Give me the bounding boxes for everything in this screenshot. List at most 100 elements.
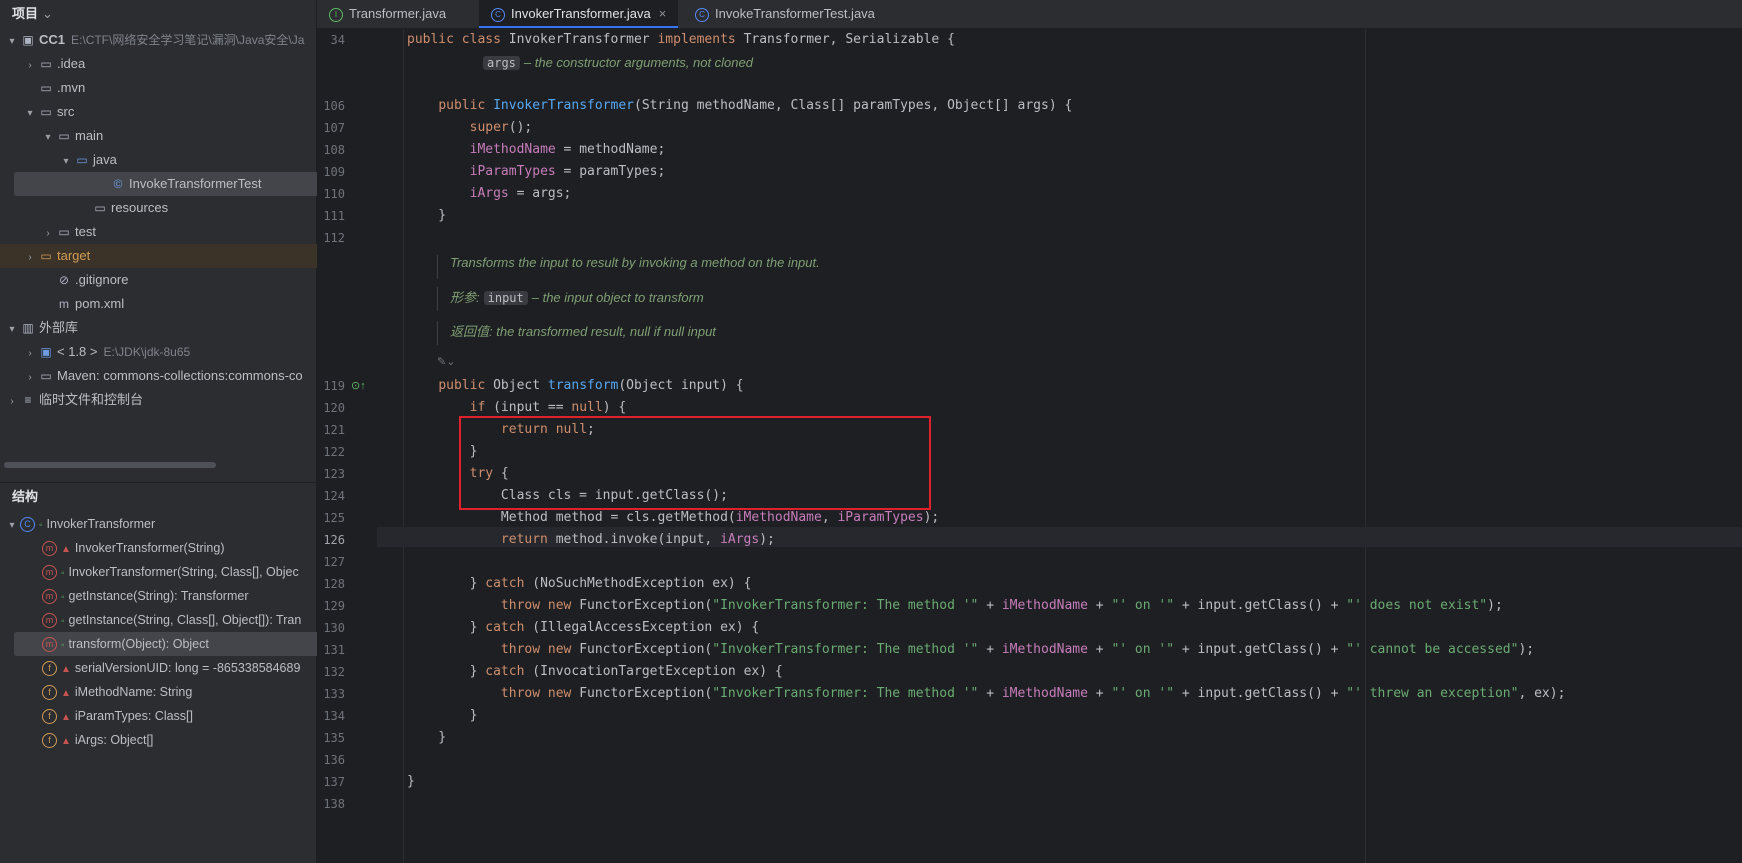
line-number: 107 — [323, 121, 345, 135]
line-number-current: 126 — [323, 533, 345, 547]
chevron-right-icon[interactable]: › — [40, 222, 56, 244]
chevron-down-icon[interactable]: ▾ — [22, 102, 38, 124]
project-tree-item[interactable]: › ▣ < 1.8 > E:\JDK\jdk-8u65 — [0, 340, 338, 364]
structure-item[interactable]: f ▲ serialVersionUID: long = -865338584689 — [0, 656, 358, 680]
project-tree-item[interactable]: ▾ ▭ main — [0, 124, 356, 148]
structure-item-label: iParamTypes: Class[] — [74, 709, 193, 723]
structure-item[interactable]: f ▲ iArgs: Object[] — [0, 728, 358, 752]
code-line: public InvokerTransformer(String methodN… — [438, 98, 1073, 113]
doc-param-text: – the input object to transform — [531, 290, 704, 305]
project-tree-item[interactable]: m pom.xml — [0, 292, 356, 316]
structure-item[interactable]: m ◦ getInstance(String, Class[], Object[])… — [0, 608, 358, 632]
doc-param-name: input — [483, 291, 528, 305]
code-line: throw new FunctorException("InvokerTrans… — [500, 686, 1566, 701]
chevron-down-icon[interactable]: ▾ — [4, 30, 20, 52]
doc-params: 形参: input – the input object to transform — [437, 287, 1130, 311]
source-folder-icon: ▭ — [76, 153, 88, 167]
gutter-divider — [403, 29, 404, 863]
project-tree-item[interactable]: › ▭ test — [0, 220, 356, 244]
project-tree-item[interactable]: › ≡ 临时文件和控制台 — [0, 388, 320, 412]
doc-return-label: 返回值: — [450, 324, 493, 339]
project-tree-item[interactable]: ▭ .mvn — [0, 76, 338, 100]
chevron-right-icon[interactable]: › — [22, 246, 38, 268]
line-number: 120 — [323, 401, 345, 415]
implements-method-gutter-icon[interactable]: ⊙↑ — [351, 379, 366, 392]
chevron-right-icon[interactable]: › — [22, 366, 38, 388]
lock-icon: ▲ — [61, 544, 71, 555]
class-icon: C — [20, 517, 35, 533]
chevron-right-icon[interactable]: › — [22, 342, 38, 364]
project-tree-item[interactable]: › ▭ .idea — [0, 52, 338, 76]
project-panel-header[interactable]: 项目 ⌄ — [0, 0, 316, 28]
project-panel-title: 项目 — [12, 6, 39, 21]
structure-item[interactable]: ▾ C ◦ InvokerTransformer — [0, 512, 320, 536]
doc-return-text: the transformed result, null if null inp… — [496, 324, 716, 339]
structure-item-label: iMethodName: String — [74, 685, 193, 699]
structure-panel-title: 结构 — [0, 482, 328, 511]
project-tree-item[interactable]: ▾ ▭ src — [0, 100, 338, 124]
structure-item[interactable]: f ▲ iParamTypes: Class[] — [0, 704, 358, 728]
project-tree-label: main — [75, 128, 104, 143]
project-tree-item[interactable]: ▾ ▣ CC1 E:\CTF\网络安全学习笔记\漏洞\Java安全\Ja — [0, 28, 320, 52]
tab-transformer-java[interactable]: I Transformer.java — [329, 0, 446, 28]
close-tab-icon[interactable]: × — [659, 6, 667, 21]
highlight-box — [459, 416, 931, 510]
project-tree-item[interactable]: › ▭ target — [0, 244, 338, 268]
tab-invokertransformer-java[interactable]: C InvokerTransformer.java × — [479, 0, 679, 28]
code-line: } — [407, 208, 447, 223]
structure-item[interactable]: m ▲ InvokerTransformer(String) — [0, 536, 358, 560]
code-editor[interactable]: 34 public class InvokerTransformer imple… — [317, 29, 1742, 863]
structure-item[interactable]: f ▲ iMethodName: String — [0, 680, 358, 704]
project-tree-item[interactable]: › ▭ Maven: commons-collections:commons-co — [0, 364, 338, 388]
ignore-file-icon: ⊘ — [58, 273, 70, 287]
folder-icon: ▭ — [40, 105, 52, 119]
code-line: if (input == null) { — [469, 400, 627, 415]
code-line: } catch (NoSuchMethodException ex) { — [407, 576, 752, 591]
project-tree: ▾ ▣ CC1 E:\CTF\网络安全学习笔记\漏洞\Java安全\Ja › ▭ .idea… — [0, 28, 384, 464]
chevron-down-icon[interactable]: ▾ — [4, 318, 20, 340]
line-number: 34 — [330, 33, 345, 47]
chevron-down-icon[interactable]: ▾ — [4, 514, 20, 536]
doc-return: 返回值: the transformed result, null if nul… — [437, 321, 1130, 345]
method-icon: m — [42, 637, 57, 653]
project-tree-item[interactable]: ▾ ▥ 外部库 — [0, 316, 320, 340]
tab-invoketransformertest-java[interactable]: C InvokeTransformerTest.java — [695, 0, 875, 28]
chevron-right-icon[interactable]: › — [4, 390, 20, 412]
project-tree-item[interactable]: ⊘ .gitignore — [0, 268, 356, 292]
doc-toggle-icon[interactable]: ✎⌄ — [437, 355, 455, 368]
chevron-down-icon[interactable]: ⌄ — [42, 6, 53, 21]
chevron-down-icon[interactable]: ▾ — [58, 150, 74, 172]
structure-item[interactable]: m ◦ InvokerTransformer(String, Class[], Ob… — [0, 560, 358, 584]
project-tree-label: 临时文件和控制台 — [39, 392, 144, 407]
sticky-class-header: public class InvokerTransformer implemen… — [407, 32, 955, 47]
chevron-down-icon[interactable]: ▾ — [40, 126, 56, 148]
tab-label: InvokeTransformerTest.java — [715, 6, 875, 21]
structure-item-label: InvokerTransformer(String, Class[], Obje… — [68, 565, 299, 579]
folder-icon: ▭ — [40, 57, 52, 71]
horizontal-scrollbar[interactable] — [4, 462, 216, 468]
project-tree-path: E:\CTF\网络安全学习笔记\漏洞\Java安全\Ja — [71, 33, 305, 47]
public-access-icon: ◦ — [61, 568, 65, 579]
lock-icon: ▲ — [61, 664, 71, 675]
field-icon: f — [42, 733, 57, 749]
structure-item[interactable]: m ◦ transform(Object): Object — [14, 632, 332, 656]
code-line: public Object transform(Object input) { — [438, 378, 744, 393]
code-line: } catch (InvocationTargetException ex) { — [407, 664, 783, 679]
project-tree-path: E:\JDK\jdk-8u65 — [103, 345, 191, 359]
project-tree-label: .mvn — [57, 80, 86, 95]
structure-item-label: iArgs: Object[] — [74, 733, 154, 747]
doc-param-name: args — [483, 56, 520, 70]
code-line: } — [407, 730, 447, 745]
project-tree-label: Maven: commons-collections:commons-co — [57, 368, 303, 383]
structure-item[interactable]: m ◦ getInstance(String): Transformer — [0, 584, 358, 608]
line-number: 135 — [323, 731, 345, 745]
left-tool-window: 项目 ⌄ ▾ ▣ CC1 E:\CTF\网络安全学习笔记\漏洞\Java安全\Ja › ▭.… — [0, 0, 384, 863]
chevron-right-icon[interactable]: › — [22, 54, 38, 76]
line-number: 137 — [323, 775, 345, 789]
project-tree-label: InvokeTransformerTest — [129, 176, 262, 191]
structure-item-label: getInstance(String): Transformer — [68, 589, 249, 603]
code-line: super(); — [469, 120, 533, 135]
project-tree-label: 外部库 — [39, 320, 79, 335]
line-number: 128 — [323, 577, 345, 591]
public-access-icon: ◦ — [61, 592, 65, 603]
